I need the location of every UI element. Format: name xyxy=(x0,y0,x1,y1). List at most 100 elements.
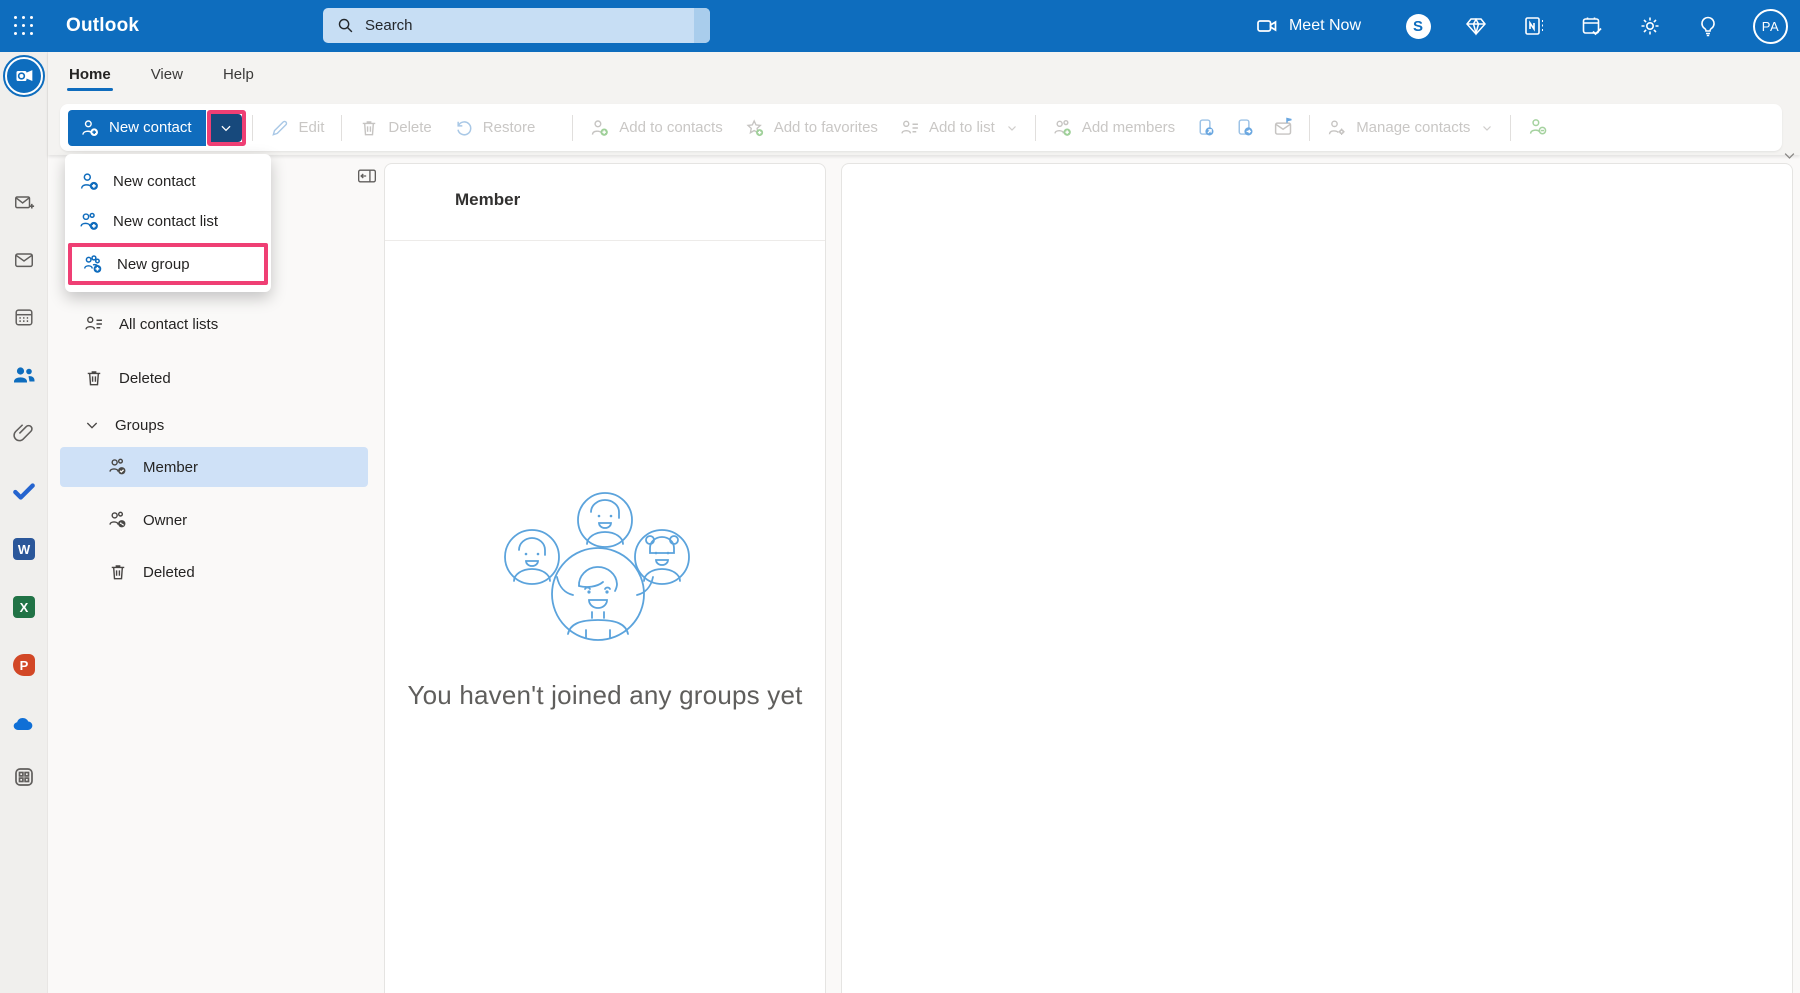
menu-item-new-group[interactable]: New group xyxy=(68,243,268,285)
sidebar-item-member[interactable]: Member xyxy=(60,447,368,487)
delete-button[interactable]: Delete xyxy=(348,110,442,146)
app-rail: W X P xyxy=(0,52,48,993)
mail-icon[interactable] xyxy=(0,240,48,280)
person-remove-icon xyxy=(1530,119,1547,135)
toolbar-separator xyxy=(1034,114,1036,141)
new-contact-button[interactable]: New contact xyxy=(68,109,206,146)
my-day-calendar-icon[interactable] xyxy=(1579,13,1605,39)
collapse-pane-icon[interactable] xyxy=(356,166,378,186)
empty-state-message: You haven't joined any groups yet xyxy=(407,680,803,710)
person-settings-icon xyxy=(1328,119,1345,135)
new-contact-dropdown-chevron[interactable] xyxy=(210,113,242,142)
person-check-icon xyxy=(109,458,126,475)
chevron-down-icon xyxy=(86,422,98,429)
chevron-highlight-box xyxy=(206,109,246,146)
people-icon[interactable] xyxy=(0,355,48,395)
tips-lightbulb-icon[interactable] xyxy=(1695,13,1721,39)
new-contact-dropdown-menu: New contact New contact list New group xyxy=(65,154,271,292)
toolbar-separator xyxy=(572,114,574,141)
contact-lists-icon xyxy=(85,316,102,330)
sidebar-section-groups[interactable]: Groups xyxy=(60,405,368,445)
add-members-button[interactable]: Add members xyxy=(1042,110,1186,146)
contact-export-icon xyxy=(1199,119,1214,136)
mail-flag-icon xyxy=(1275,117,1292,135)
video-camera-icon xyxy=(1257,20,1277,32)
tab-help[interactable]: Help xyxy=(217,60,260,93)
app-launcher-icon[interactable] xyxy=(0,0,48,52)
waffle-grid-icon xyxy=(13,15,35,37)
edit-button[interactable]: Edit xyxy=(259,110,336,146)
new-contact-label: New contact xyxy=(109,119,192,136)
toolbar-separator xyxy=(1309,114,1311,141)
toolbar-separator xyxy=(1510,114,1512,141)
trash-icon xyxy=(363,120,376,135)
pencil-icon xyxy=(271,120,287,136)
sidebar-item-all-contact-lists[interactable]: All contact lists xyxy=(60,304,368,344)
excel-icon[interactable]: X xyxy=(0,587,48,627)
premium-diamond-icon[interactable] xyxy=(1463,13,1489,39)
top-app-bar: Outlook Search Meet Now S PA xyxy=(0,0,1800,52)
tab-view[interactable]: View xyxy=(145,60,189,93)
add-to-list-button[interactable]: Add to list xyxy=(889,110,1029,146)
contact-import-button[interactable] xyxy=(1225,110,1264,146)
contact-export-button[interactable] xyxy=(1186,110,1225,146)
ribbon-tabs: Home View Help xyxy=(63,60,260,93)
menu-item-new-contact[interactable]: New contact xyxy=(65,161,271,201)
reading-panel xyxy=(841,163,1793,993)
calendar-icon[interactable] xyxy=(0,297,48,337)
onedrive-icon[interactable] xyxy=(0,704,48,744)
list-panel-header: Member xyxy=(455,190,521,209)
contact-list-icon xyxy=(901,120,918,134)
sidebar-item-deleted[interactable]: Deleted xyxy=(60,358,368,398)
people-add-icon xyxy=(1054,119,1071,136)
new-mail-icon[interactable] xyxy=(0,183,48,223)
star-add-icon xyxy=(746,118,763,136)
more-apps-icon[interactable] xyxy=(0,757,48,797)
remove-member-button[interactable] xyxy=(1517,110,1560,146)
search-pill-cap xyxy=(694,8,710,43)
person-key-icon xyxy=(109,511,126,528)
powerpoint-icon[interactable]: P xyxy=(0,645,48,685)
person-add-blue-icon xyxy=(80,172,98,190)
add-to-contacts-button[interactable]: Add to contacts xyxy=(579,110,733,146)
search-placeholder: Search xyxy=(365,17,413,34)
panel-divider xyxy=(385,240,825,241)
restore-button[interactable]: Restore xyxy=(443,110,547,146)
person-add-icon xyxy=(82,119,98,136)
skype-icon[interactable]: S xyxy=(1405,13,1431,39)
avatar-initials: PA xyxy=(1761,18,1780,34)
toolbar-separator xyxy=(251,114,253,141)
account-avatar[interactable]: PA xyxy=(1753,8,1788,44)
member-list-panel: Member You haven't joined any groups yet xyxy=(384,163,826,993)
send-email-button[interactable] xyxy=(1264,110,1303,146)
word-icon[interactable]: W xyxy=(0,529,48,569)
search-icon xyxy=(338,18,353,33)
sidebar-item-deleted-group[interactable]: Deleted xyxy=(60,552,368,592)
add-to-favorites-button[interactable]: Add to favorites xyxy=(734,110,889,146)
toolbar-overflow-chevron[interactable] xyxy=(1782,148,1797,163)
search-input[interactable]: Search xyxy=(323,8,710,43)
toolbar-separator xyxy=(341,114,343,141)
group-of-people-illustration xyxy=(504,492,690,641)
onenote-feed-icon[interactable] xyxy=(1521,13,1547,39)
restore-arrow-icon xyxy=(457,120,472,135)
files-paperclip-icon[interactable] xyxy=(0,413,48,453)
meet-now-button[interactable]: Meet Now xyxy=(1255,14,1361,38)
chevron-down-icon xyxy=(221,125,231,131)
sidebar-item-owner[interactable]: Owner xyxy=(60,500,368,540)
contact-list-add-blue-icon xyxy=(80,212,98,230)
person-add-green-icon xyxy=(592,119,609,136)
group-add-blue-icon xyxy=(84,254,102,273)
tab-home[interactable]: Home xyxy=(63,60,117,93)
to-do-check-icon[interactable] xyxy=(0,471,48,511)
app-title: Outlook xyxy=(66,15,140,36)
menu-item-new-contact-list[interactable]: New contact list xyxy=(65,201,271,241)
trash-icon xyxy=(111,565,125,580)
ribbon-toolbar: New contact Edit Delete Restore Add to c… xyxy=(60,104,1782,151)
contact-import-icon xyxy=(1238,119,1253,136)
manage-contacts-button[interactable]: Manage contacts xyxy=(1316,110,1504,146)
outlook-logo-icon[interactable] xyxy=(0,55,48,97)
chevron-down-icon xyxy=(1483,125,1492,131)
settings-gear-icon[interactable] xyxy=(1637,13,1663,39)
trash-icon xyxy=(87,371,101,386)
